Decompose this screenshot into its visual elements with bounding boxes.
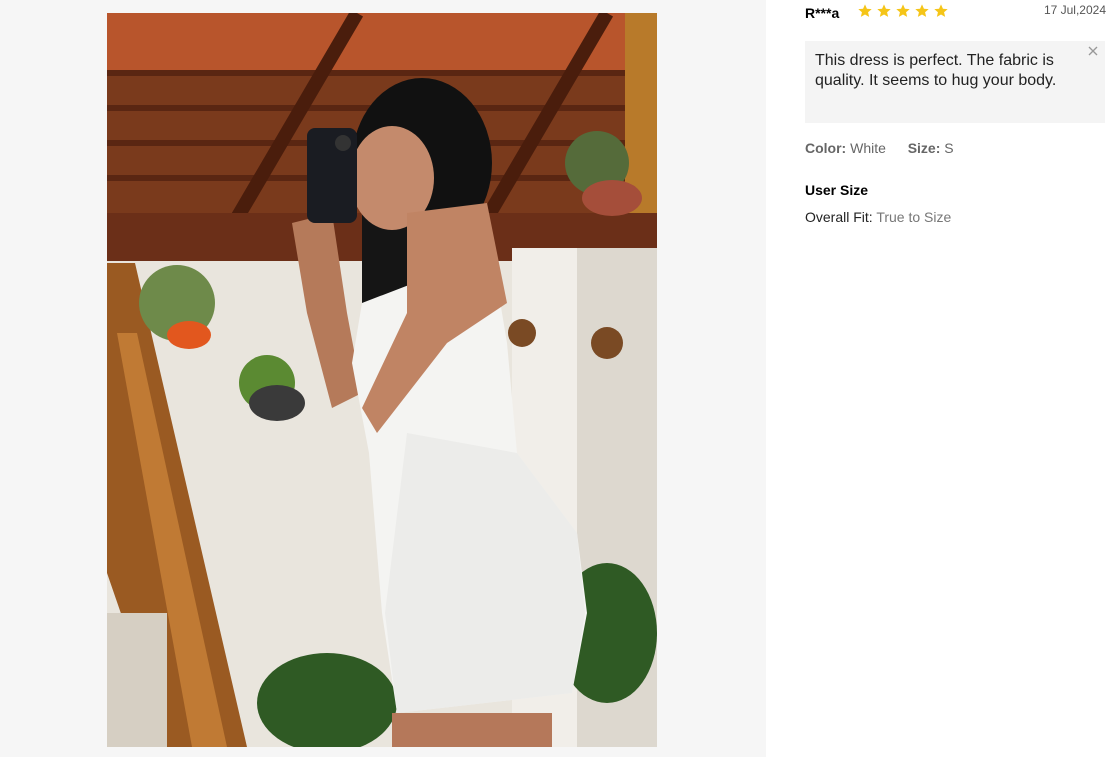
reviewer-name: R***a [805,5,840,21]
star-icon [934,4,948,17]
rating-stars [857,3,949,19]
review-photo[interactable] [107,13,657,747]
review-date: 17 Jul,2024 [1043,3,1106,17]
overall-fit-value: True to Size [876,209,952,225]
photo-pane [0,0,766,757]
star-icon [858,4,872,17]
purchase-attributes: Color: White Size: S [805,140,954,156]
star-icon [896,4,910,17]
close-icon[interactable] [1087,45,1099,57]
overall-fit-label: Overall Fit: [805,209,873,225]
color-label: Color: [805,140,847,156]
overall-fit: Overall Fit: True to Size [805,209,951,225]
review-viewer: R***a 17 Jul,2024 This dress is perfect.… [0,0,1118,757]
review-photo-illustration [107,13,657,747]
size-value: S [944,140,954,156]
user-size-title: User Size [805,182,869,198]
review-text: This dress is perfect. The fabric is qua… [815,52,1057,89]
color-value: White [850,140,886,156]
star-icon [877,4,891,17]
review-pane: R***a 17 Jul,2024 This dress is perfect.… [766,0,1118,757]
star-icon [915,4,929,17]
review-text-box: This dress is perfect. The fabric is qua… [805,41,1105,123]
size-label: Size: [907,140,941,156]
